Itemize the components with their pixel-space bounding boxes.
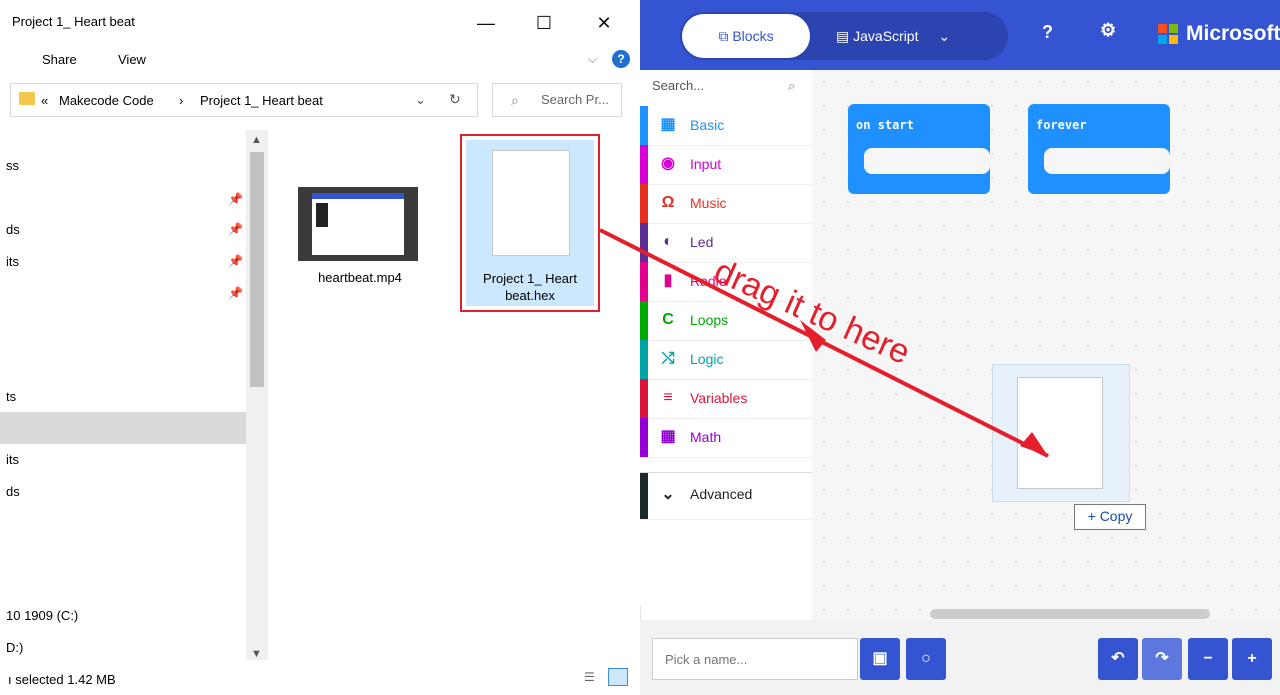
arrow-line: [599, 228, 1049, 458]
arrow-head: [1020, 432, 1048, 456]
drag-arrow: [599, 228, 1049, 458]
